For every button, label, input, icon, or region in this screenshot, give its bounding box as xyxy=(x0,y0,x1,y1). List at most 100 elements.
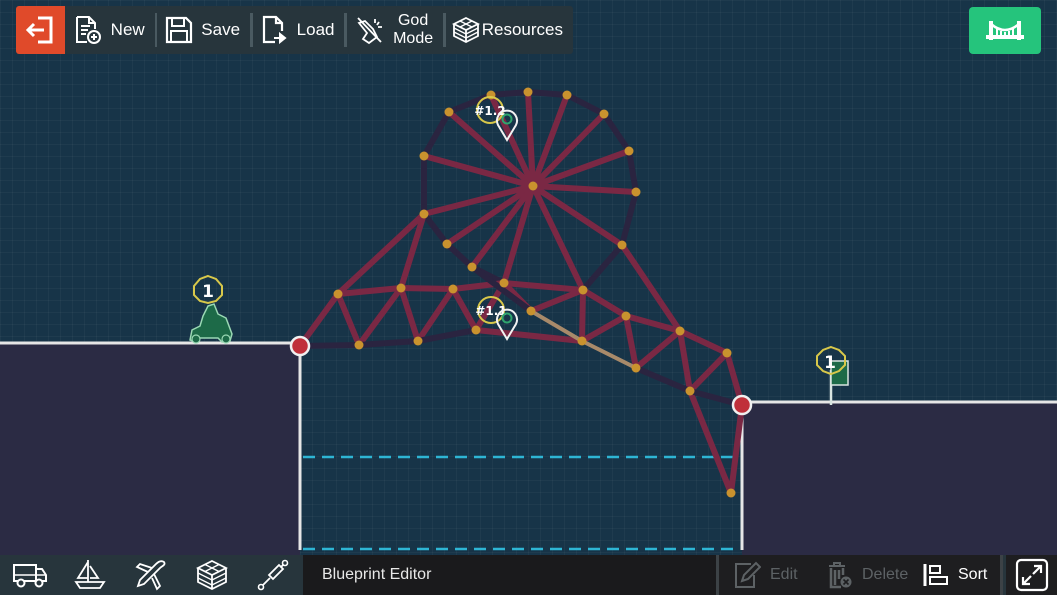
resources-button[interactable]: Resources xyxy=(446,6,573,54)
wood-beam[interactable] xyxy=(579,313,629,344)
delete-button[interactable]: Delete xyxy=(827,555,908,595)
expand-button[interactable] xyxy=(1006,555,1057,595)
blueprint-actions: Edit Delete Sort xyxy=(716,555,1003,595)
joint[interactable] xyxy=(562,90,572,100)
joint[interactable] xyxy=(396,283,406,293)
build-canvas[interactable]: 1 1 #1.2 #1.1 New Save Load God Mode Res… xyxy=(0,0,1057,595)
joint[interactable] xyxy=(631,187,641,197)
exit-button[interactable] xyxy=(16,6,65,54)
edit-icon xyxy=(735,561,761,588)
road-member[interactable] xyxy=(601,111,632,154)
joint[interactable] xyxy=(523,87,533,97)
vehicle-number: 1 xyxy=(202,282,214,302)
wood-beam[interactable] xyxy=(530,183,639,195)
vehicles-truck-button[interactable] xyxy=(6,555,54,595)
anchor-joint-right[interactable] xyxy=(731,394,753,416)
joint[interactable] xyxy=(722,348,732,358)
road-member[interactable] xyxy=(626,148,639,195)
joint[interactable] xyxy=(631,363,641,373)
joint[interactable] xyxy=(528,181,538,191)
god-mode-label-line2: Mode xyxy=(393,30,434,47)
wood-beam[interactable] xyxy=(579,287,586,344)
right-terrain xyxy=(742,402,1057,555)
vehicles-hydraulic-button[interactable] xyxy=(249,555,297,595)
wood-beam[interactable] xyxy=(687,388,734,496)
wood-beam[interactable] xyxy=(677,328,730,356)
joint[interactable] xyxy=(413,336,423,346)
scooter-icon xyxy=(189,303,233,344)
joint[interactable] xyxy=(526,306,536,316)
road-member[interactable] xyxy=(488,89,531,98)
cable-member[interactable] xyxy=(580,339,638,370)
vehicles-boat-button[interactable] xyxy=(66,555,114,595)
anchor-joint-left[interactable] xyxy=(289,335,311,357)
wood-beam[interactable] xyxy=(580,287,629,319)
bridge-icon xyxy=(986,20,1024,40)
checkpoint-1-2[interactable]: #1.2 xyxy=(474,96,518,142)
new-button[interactable]: New xyxy=(65,6,155,54)
joint[interactable] xyxy=(726,488,736,498)
wood-beam[interactable] xyxy=(335,291,362,348)
joint[interactable] xyxy=(444,107,454,117)
bridge-mode-button[interactable] xyxy=(969,7,1041,54)
road-member[interactable] xyxy=(421,211,450,247)
wood-beam[interactable] xyxy=(398,285,456,292)
vehicle-marker[interactable]: 1 xyxy=(189,274,233,344)
road-member[interactable] xyxy=(525,89,570,98)
airplane-icon xyxy=(135,560,166,591)
vehicles-resources-button[interactable] xyxy=(188,555,236,595)
joint[interactable] xyxy=(448,284,458,294)
god-mode-button[interactable]: God Mode xyxy=(347,6,443,54)
wood-beam[interactable] xyxy=(687,350,730,394)
delete-label: Delete xyxy=(862,566,909,583)
edit-button[interactable]: Edit xyxy=(733,555,798,595)
joint[interactable] xyxy=(419,151,429,161)
joint[interactable] xyxy=(467,262,477,272)
road-member[interactable] xyxy=(444,241,475,270)
joint[interactable] xyxy=(617,240,627,250)
sort-button[interactable]: Sort xyxy=(923,555,987,595)
wood-beam[interactable] xyxy=(398,285,421,344)
cube-stack-icon xyxy=(196,559,228,591)
bridge-scene[interactable]: 1 1 #1.2 #1.1 xyxy=(0,0,1057,595)
wood-beam[interactable] xyxy=(623,313,639,371)
road-member[interactable] xyxy=(633,365,693,394)
vehicles-plane-button[interactable] xyxy=(127,555,175,595)
load-button[interactable]: Load xyxy=(253,6,345,54)
road-member[interactable] xyxy=(356,338,421,348)
load-file-icon xyxy=(262,15,287,45)
wood-beam[interactable] xyxy=(528,287,586,314)
joint[interactable] xyxy=(499,278,509,288)
joint[interactable] xyxy=(685,386,695,396)
joint[interactable] xyxy=(621,311,631,321)
resources-cube-icon xyxy=(451,16,480,44)
joint[interactable] xyxy=(624,146,634,156)
wood-beam[interactable] xyxy=(633,328,683,371)
sort-align-icon xyxy=(923,564,948,586)
finish-flag-marker[interactable]: 1 xyxy=(816,345,849,405)
road-member[interactable] xyxy=(619,189,639,248)
truck-icon xyxy=(13,564,47,588)
save-button[interactable]: Save xyxy=(157,6,250,54)
wood-beam[interactable] xyxy=(677,328,693,394)
wood-beam[interactable] xyxy=(356,285,404,348)
wood-beam[interactable] xyxy=(450,286,479,333)
god-mode-label: God Mode xyxy=(393,12,433,48)
road-member[interactable] xyxy=(580,242,625,293)
joint[interactable] xyxy=(577,336,587,346)
joint[interactable] xyxy=(471,325,481,335)
wood-beam[interactable] xyxy=(501,280,586,293)
resources-label: Resources xyxy=(481,20,563,39)
road-member[interactable] xyxy=(564,92,607,117)
joint[interactable] xyxy=(675,326,685,336)
joint[interactable] xyxy=(578,285,588,295)
joint[interactable] xyxy=(333,289,343,299)
joint[interactable] xyxy=(354,340,364,350)
joint[interactable] xyxy=(442,239,452,249)
joint[interactable] xyxy=(599,109,609,119)
road-member[interactable] xyxy=(421,109,452,159)
new-document-icon xyxy=(75,16,101,44)
joint[interactable] xyxy=(419,209,429,219)
blueprint-editor-panel: Blueprint Editor xyxy=(303,555,716,595)
wood-beam[interactable] xyxy=(728,402,745,496)
